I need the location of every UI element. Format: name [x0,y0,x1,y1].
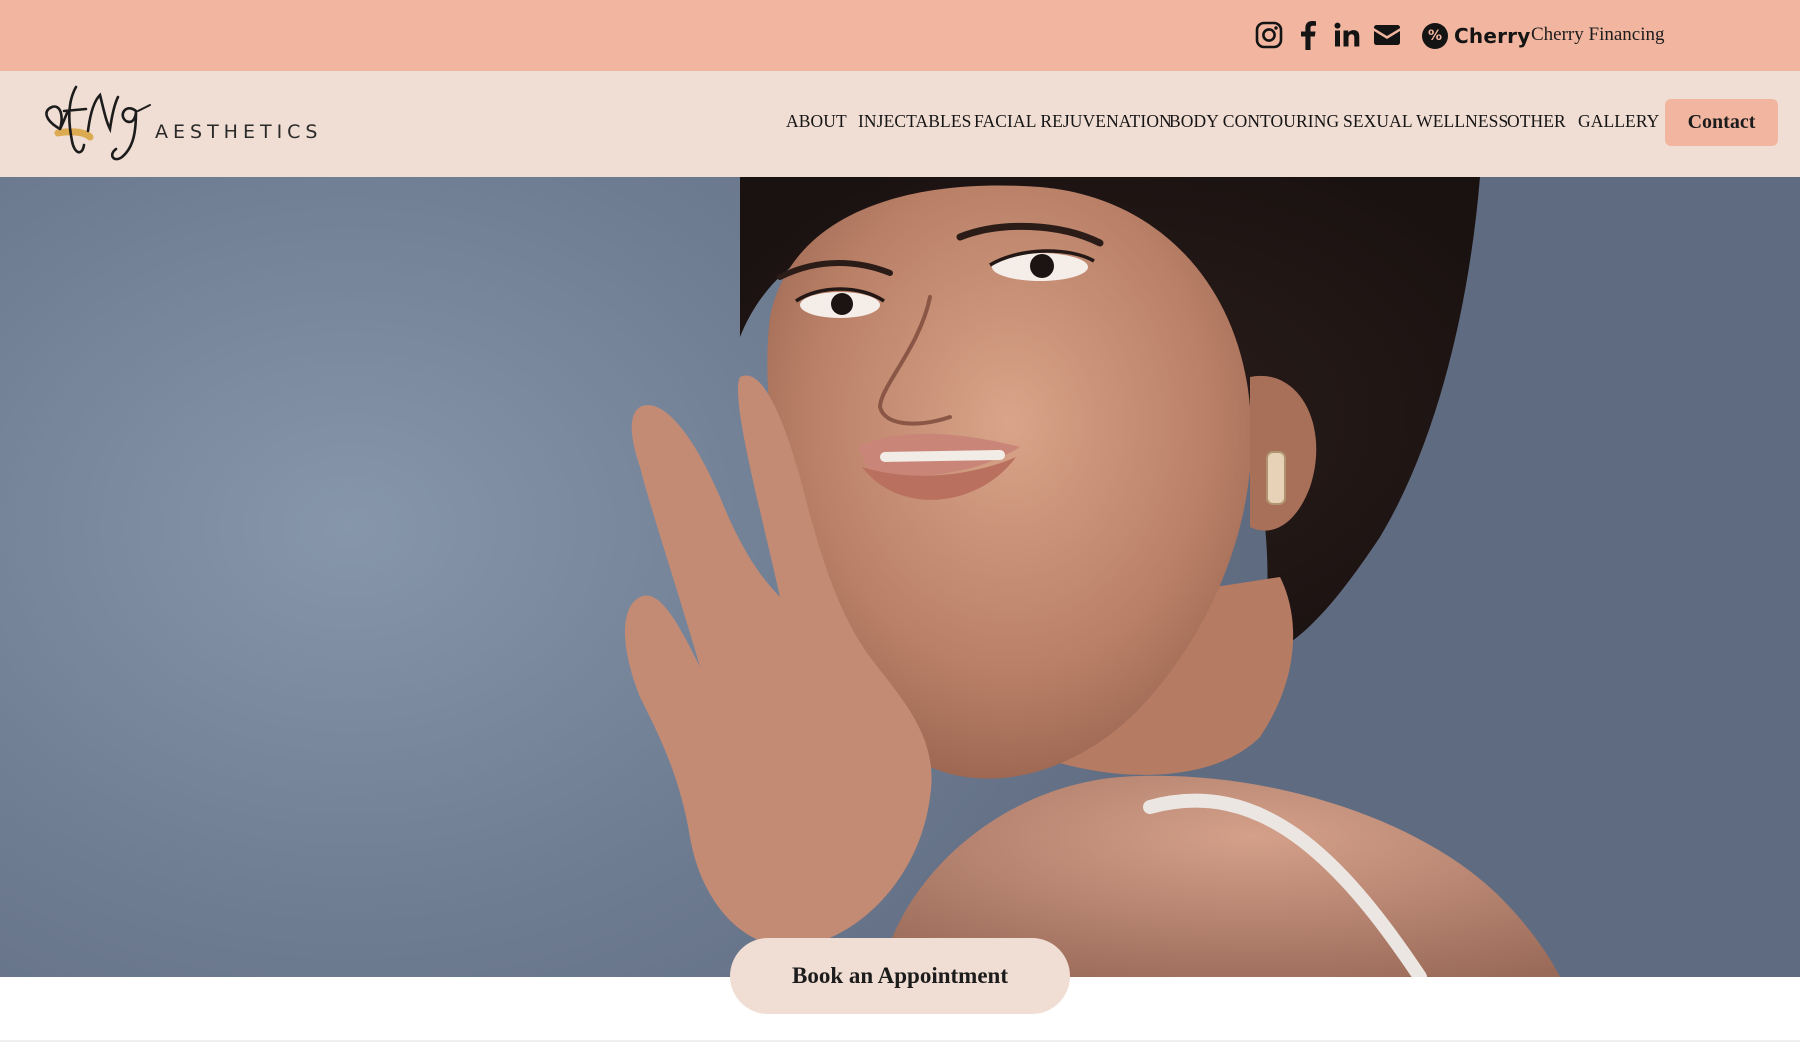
cherry-logo[interactable]: % Cherry [1422,20,1530,52]
hero-image [0,177,1800,977]
linkedin-icon[interactable] [1333,18,1361,52]
nav-about[interactable]: ABOUT [786,111,847,132]
nav-body-contouring[interactable]: BODY CONTOURING [1169,111,1339,132]
cherry-financing-link[interactable]: Cherry Financing [1531,24,1665,46]
contact-button[interactable]: Contact [1665,99,1778,146]
section-divider [0,1040,1800,1042]
site-logo[interactable]: AESTHETICS [38,81,318,167]
nav-facial-rejuvenation[interactable]: FACIAL REJUVENATION [974,111,1172,132]
email-icon[interactable] [1372,18,1402,52]
nav-injectables[interactable]: INJECTABLES [858,111,971,132]
cherry-brand-text: Cherry [1454,24,1531,48]
nav-sexual-wellness[interactable]: SEXUAL WELLNESS [1343,111,1508,132]
facebook-icon[interactable] [1298,18,1318,52]
nav-other[interactable]: OTHER [1507,111,1566,132]
site-header: AESTHETICS ABOUT INJECTABLES FACIAL REJU… [0,71,1800,177]
logo-wordmark: AESTHETICS [155,121,323,143]
instagram-icon[interactable] [1254,18,1284,52]
afng-script-logo [45,85,151,161]
book-appointment-button[interactable]: Book an Appointment [730,938,1070,1014]
top-social-bar: % Cherry Cherry Financing [0,0,1800,71]
portrait-illustration [625,177,1560,977]
nav-gallery[interactable]: GALLERY [1578,111,1659,132]
cherry-percent-icon: % [1422,23,1448,49]
